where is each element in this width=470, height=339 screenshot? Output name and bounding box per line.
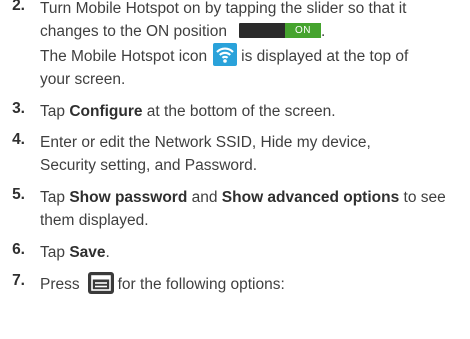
toggle-on-label: ON [284, 23, 321, 38]
step-line-text: The Mobile Hotspot icon [40, 48, 208, 65]
instruction-page: 2. Turn Mobile Hotspot on by tapping the… [0, 0, 470, 339]
step-line-text: for the following options: [117, 276, 285, 293]
step-number: 5. [12, 186, 25, 203]
configure-term: Configure [69, 103, 143, 120]
step-line-text: is displayed at the top of [241, 48, 409, 65]
step-line-text: Tap [40, 189, 70, 206]
step-line-text: Tap [40, 244, 70, 261]
step-line-text: . [320, 23, 326, 40]
wifi-hotspot-icon [213, 43, 238, 66]
step-text: Tap Configure at the bottom of the scree… [40, 100, 464, 123]
on-toggle-icon: ON [238, 23, 321, 38]
step-line: your screen. [40, 71, 126, 88]
menu-key-icon [87, 272, 114, 294]
step-line: them displayed. [40, 212, 149, 229]
step-text: Tap Save. [40, 241, 464, 264]
step-line-text: and [187, 189, 222, 206]
step-line-text: . [105, 244, 110, 261]
step-line: Tap Show password and Show advanced opti… [40, 186, 464, 209]
step-number: 4. [12, 131, 25, 148]
step-line-text: at the bottom of the screen. [142, 103, 336, 120]
step-text: Press for the following options: [40, 272, 464, 296]
step-line: changes to the ON position ON. [40, 20, 464, 43]
step-line-text: changes to the ON position [40, 23, 227, 40]
step-line-text: to see [399, 189, 446, 206]
step-number: 7. [12, 272, 25, 289]
step-line-text: Tap [40, 103, 70, 120]
step-line: Turn Mobile Hotspot on by tapping the sl… [40, 0, 407, 17]
step-line: The Mobile Hotspot icon is displayed at t… [40, 43, 464, 68]
show-advanced-options-term: Show advanced options [221, 189, 400, 206]
step-number: 3. [12, 100, 25, 117]
step-number: 6. [12, 241, 25, 258]
step-line: Enter or edit the Network SSID, Hide my … [40, 134, 371, 151]
step-text: Tap Show password and Show advanced opti… [40, 186, 464, 232]
step-text: Turn Mobile Hotspot on by tapping the sl… [40, 0, 464, 91]
step-text: Enter or edit the Network SSID, Hide my … [40, 131, 464, 177]
show-password-term: Show password [69, 189, 188, 206]
step-number: 2. [12, 0, 25, 14]
step-line-text: Press [40, 276, 80, 293]
save-term: Save [69, 244, 106, 261]
step-line: Security setting, and Password. [40, 157, 258, 174]
